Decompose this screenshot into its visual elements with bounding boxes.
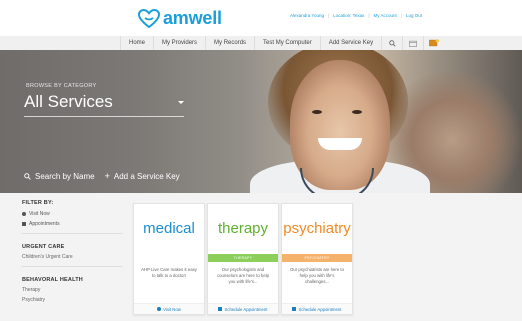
divider [22,233,122,234]
card-title: therapy [217,220,269,237]
stethoscope-icon [300,168,374,193]
nav-home[interactable]: Home [120,36,155,50]
service-card-psychiatry[interactable]: psychiatry PSYCHIATRY Our psychiatrists … [281,203,353,315]
sidebar-item-childrens-urgent-care[interactable]: Children's Urgent Care [22,254,122,260]
card-description: AHP Live Care makes it easy to talk to a… [141,267,197,278]
user-name-link[interactable]: Alexandra Young [290,13,324,18]
card-description: Our psychiatrists are here to help you w… [290,267,344,284]
card-action-label: Schedule Appointment [224,306,268,312]
filter-visit-now[interactable]: Visit Now [22,211,122,217]
urgent-care-heading: URGENT CARE [22,244,65,250]
chevron-down-icon[interactable] [178,101,184,104]
heart-logo-icon [138,8,160,28]
category-underline [24,116,184,117]
schedule-appointment-button[interactable]: Schedule Appointment [208,303,278,314]
search-by-name-button[interactable]: Search by Name [35,172,95,181]
calendar-icon [22,222,26,226]
hero-doctor-smile [318,138,362,150]
card-action-label: Schedule Appointment [298,306,342,312]
nav-test-my-computer[interactable]: Test My Computer [255,36,321,50]
schedule-appointment-button[interactable]: Schedule Appointment [282,303,352,314]
amwell-logo[interactable]: amwell [138,8,222,29]
card-title: psychiatry [283,220,351,237]
calendar-icon [218,307,223,311]
separator: | [368,13,370,18]
messages-icon[interactable] [424,36,444,50]
service-card-medical[interactable]: medical AHP Live Care makes it easy to t… [133,203,205,315]
card-band: PSYCHIATRY [282,254,352,262]
radio-icon [22,212,26,216]
hero-doctor-eye-left [312,110,322,114]
location-link[interactable]: Location: Texas [333,13,364,18]
card-band-label: THERAPY [233,256,253,260]
visit-now-button[interactable]: Visit Now [134,303,204,314]
card-band-label: PSYCHIATRY [304,256,330,260]
plus-icon[interactable]: + [105,171,110,181]
separator: | [400,13,402,18]
filter-by-heading: FILTER BY: [22,200,54,206]
log-out-link[interactable]: Log Out [406,13,422,18]
card-band: THERAPY [208,254,278,262]
filter-appointments[interactable]: Appointments [22,221,122,227]
card-description: Our psychologists and counselors are her… [216,267,270,284]
filter-sidebar: FILTER BY: Visit Now Appointments URGENT… [22,200,122,307]
hero-banner: BROWSE BY CATEGORY All Services Search b… [0,50,522,193]
card-action-label: Visit Now [163,306,181,312]
video-icon [157,307,162,311]
my-account-link[interactable]: My Account [374,13,397,18]
search-icon[interactable] [24,172,31,180]
divider [22,266,122,267]
category-select[interactable]: All Services [24,92,113,112]
calendar-icon [292,307,297,311]
top-header: amwell Alexandra Young | Location: Texas… [0,0,522,37]
add-service-key-button[interactable]: Add a Service Key [114,172,180,181]
behavioral-health-heading: BEHAVORAL HEALTH [22,277,83,283]
card-title: medical [143,220,195,237]
sidebar-item-therapy[interactable]: Therapy [22,287,122,293]
calendar-icon[interactable] [403,36,425,50]
logo-text: amwell [163,8,222,28]
separator: | [328,13,330,18]
browse-by-category-label: BROWSE BY CATEGORY [26,83,97,89]
sidebar-item-psychiatry[interactable]: Psychiatry [22,297,122,303]
filter-appointments-label: Appointments [29,221,60,227]
main-nav: Home My Providers My Records Test My Com… [0,36,522,51]
hero-doctor-eye-right [352,110,362,114]
service-card-therapy[interactable]: therapy THERAPY Our psychologists and co… [207,203,279,315]
nav-add-service-key[interactable]: Add Service Key [321,36,383,50]
nav-my-providers[interactable]: My Providers [154,36,207,50]
nav-search-icon[interactable] [382,36,404,50]
hero-actions: Search by Name + Add a Service Key [24,171,180,181]
user-links: Alexandra Young | Location: Texas | My A… [290,13,422,18]
nav-my-records[interactable]: My Records [206,36,256,50]
filter-visit-now-label: Visit Now [29,211,50,217]
